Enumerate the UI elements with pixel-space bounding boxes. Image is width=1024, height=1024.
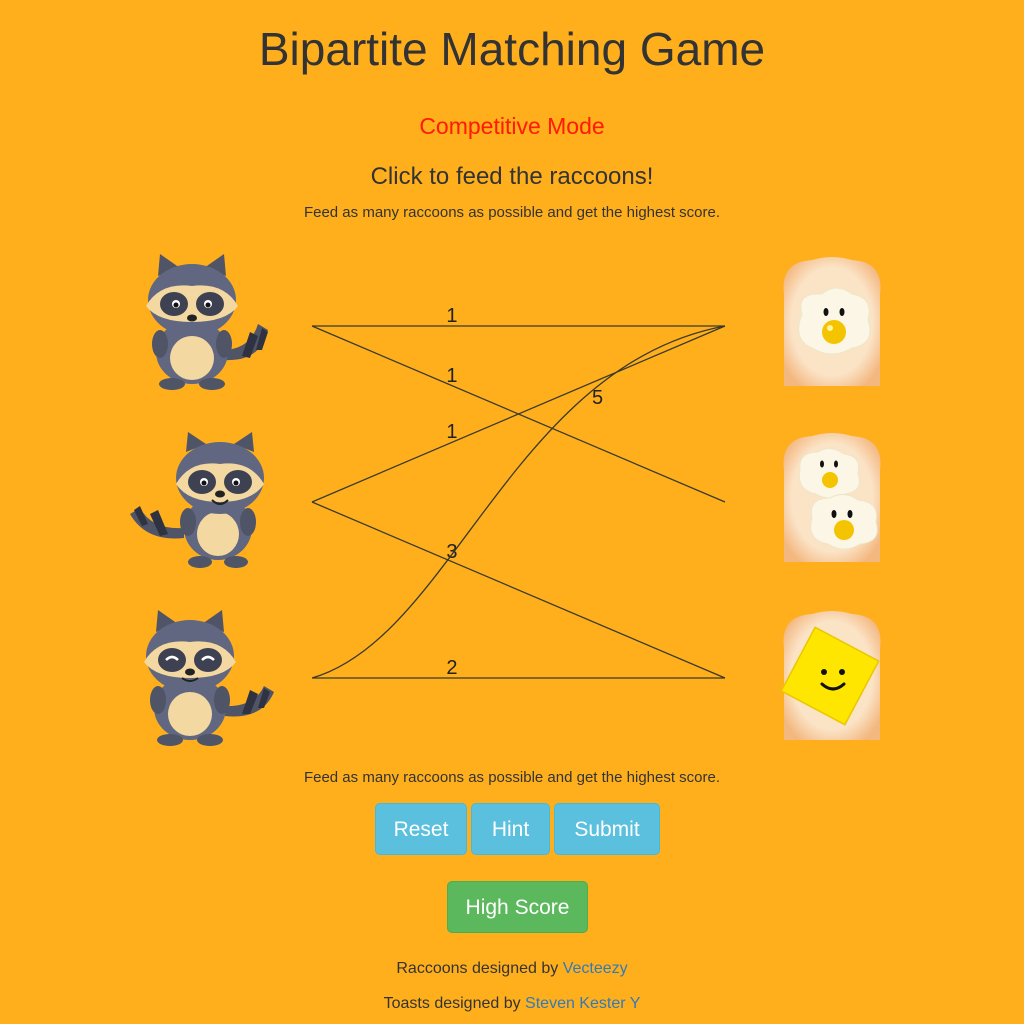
raccoon-2[interactable]	[126, 430, 276, 570]
credit-toasts: Toasts designed by Steven Kester Y	[0, 995, 1024, 1013]
page-title: Bipartite Matching Game	[258, 23, 766, 75]
vecteezy-link[interactable]: Vecteezy	[563, 960, 628, 977]
toast-one-egg[interactable]	[772, 254, 892, 392]
game-page: Bipartite Matching Game Competitive Mode…	[0, 0, 1024, 1024]
edges-group: 111352	[311, 305, 726, 679]
subtitle: Click to feed the raccoons!	[370, 163, 654, 190]
edge-2-3[interactable]	[311, 501, 726, 679]
edge-weight-label: 1	[446, 365, 457, 387]
instruction-top: Feed as many raccoons as possible and ge…	[303, 204, 721, 221]
raccoon-3[interactable]	[130, 608, 280, 748]
credit-raccoons: Raccoons designed by Vecteezy	[0, 960, 1024, 978]
steven-kester-link[interactable]: Steven Kester Y	[525, 995, 640, 1012]
submit-button[interactable]: Submit	[554, 803, 660, 855]
credit-raccoons-text: Raccoons designed by	[396, 960, 563, 977]
toast-two-eggs[interactable]	[772, 430, 892, 568]
instruction-bottom: Feed as many raccoons as possible and ge…	[303, 769, 721, 786]
edge-weight-label: 1	[446, 305, 457, 327]
hint-button[interactable]: Hint	[471, 803, 550, 855]
credit-toasts-text: Toasts designed by	[383, 995, 526, 1012]
high-score-button[interactable]: High Score	[447, 881, 588, 933]
raccoon-1[interactable]	[130, 252, 280, 392]
bipartite-graph: 111352	[0, 240, 1024, 760]
edge-weight-label: 1	[446, 421, 457, 443]
mode-label: Competitive Mode	[419, 113, 605, 139]
reset-button[interactable]: Reset	[375, 803, 467, 855]
edge-weight-label: 2	[446, 657, 457, 679]
edge-weight-label: 5	[592, 387, 603, 409]
edge-3-1[interactable]	[311, 325, 726, 679]
toast-butter[interactable]	[772, 608, 892, 746]
